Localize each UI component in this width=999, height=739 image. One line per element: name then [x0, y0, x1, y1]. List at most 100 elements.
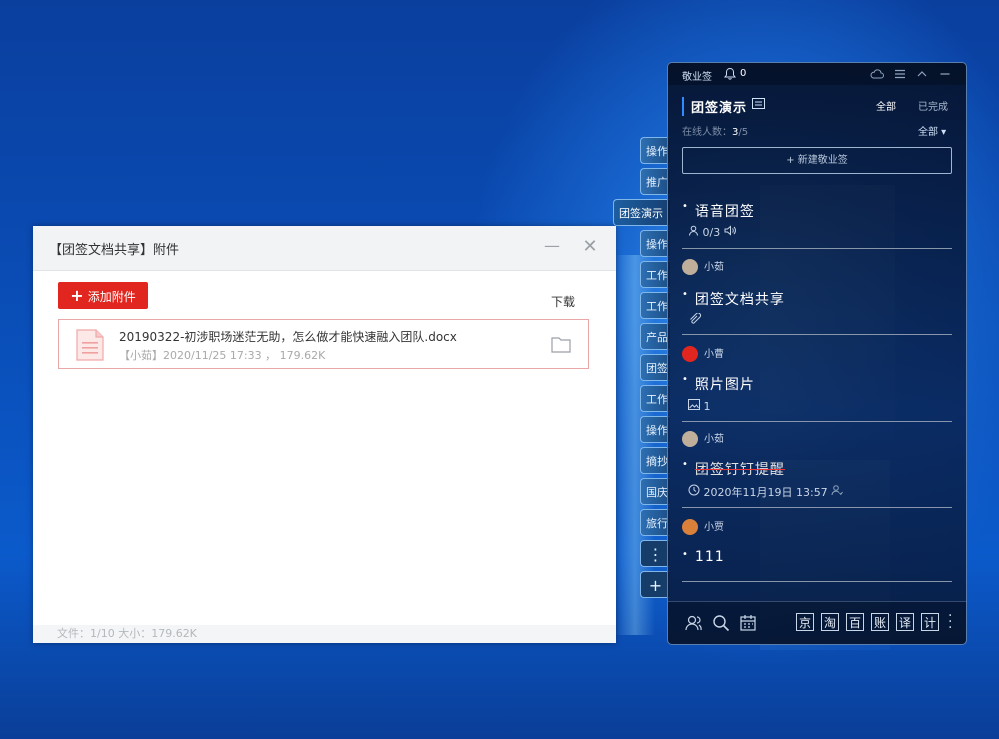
side-tab[interactable]: 工作 — [640, 292, 670, 319]
shortcut-account[interactable]: 账 — [871, 613, 889, 631]
shortcut-translate[interactable]: 译 — [896, 613, 914, 631]
new-note-button[interactable]: + 新建敬业签 — [682, 147, 952, 174]
panel-titlebar: 敬业签 0 — [668, 63, 966, 85]
divider — [682, 581, 952, 582]
open-folder-icon[interactable] — [551, 336, 571, 353]
author-name: 小茹 — [704, 434, 724, 445]
add-attachment-button[interactable]: + 添加附件 — [58, 282, 148, 309]
attachment-dialog: 【团签文档共享】附件 — ✕ + 添加附件 下载 20190322-初涉职场迷茫无… — [33, 226, 616, 643]
online-count: 在线人数：3/5 — [682, 123, 748, 138]
dialog-footer: 文件：1/10 大小：179.62K — [33, 625, 616, 643]
close-button[interactable]: ✕ — [581, 238, 599, 256]
note-title: • 团签文档共享 — [682, 289, 785, 308]
image-icon — [688, 399, 700, 410]
dialog-header: 【团签文档共享】附件 — ✕ — [33, 226, 616, 271]
shortcut-baidu[interactable]: 百 — [846, 613, 864, 631]
clock-icon — [688, 484, 700, 496]
side-tab[interactable]: 国庆 — [640, 478, 670, 505]
side-tab[interactable]: 旅行 — [640, 509, 670, 536]
group-title[interactable]: 团签演示 — [682, 97, 747, 116]
side-tab[interactable]: 团签 — [640, 354, 670, 381]
note-title-text: 团签钉钉提醒 — [694, 462, 785, 478]
cloud-sync-icon[interactable] — [870, 67, 884, 81]
note-item[interactable]: • 语音团签 0/3 — [682, 195, 952, 249]
divider — [682, 421, 952, 422]
plus-icon: + — [70, 286, 84, 305]
author-name: 小茹 — [704, 262, 724, 273]
side-tab[interactable]: 摘抄 — [640, 447, 670, 474]
note-author: 小贾 — [682, 519, 724, 537]
member-filter-dropdown[interactable]: 全部 ▾ — [918, 123, 946, 138]
online-total: /5 — [738, 127, 749, 138]
menu-icon[interactable] — [893, 67, 907, 81]
note-title: • 111 — [682, 549, 725, 565]
note-author: 小曹 — [682, 346, 724, 364]
note-sub-text: 0/3 — [702, 226, 721, 239]
note-title-text: 照片图片 — [694, 377, 755, 393]
speaker-icon — [724, 225, 736, 236]
more-icon[interactable]: · · · — [948, 609, 952, 635]
divider — [682, 334, 952, 335]
panel-toolbar: 京 淘 百 账 译 计 · · · — [668, 601, 966, 644]
side-tab[interactable]: 操作 — [640, 416, 670, 443]
contacts-icon[interactable] — [684, 614, 702, 632]
side-tab[interactable]: 操作 — [640, 230, 670, 257]
file-name: 20190322-初涉职场迷茫无助，怎么做才能快速融入团队.docx — [119, 330, 457, 344]
note-title: • 团签钉钉提醒 — [682, 459, 785, 478]
bell-icon[interactable] — [724, 67, 736, 80]
minimize-button[interactable]: — — [544, 238, 560, 254]
filter-all-tab[interactable]: 全部 — [876, 98, 896, 113]
author-name: 小贾 — [704, 522, 724, 533]
online-label: 在线人数： — [682, 127, 732, 138]
note-author: 小茹 — [682, 431, 724, 449]
note-title-text: 111 — [694, 549, 725, 565]
side-tab[interactable]: 工作 — [640, 385, 670, 412]
search-icon[interactable] — [712, 614, 730, 632]
add-attachment-label: 添加附件 — [87, 290, 136, 304]
download-label: 下载 — [551, 295, 576, 309]
calendar-icon[interactable] — [739, 614, 757, 632]
side-tab-add[interactable]: + — [640, 571, 670, 598]
note-sub: 2020年11月19日 13:57 — [688, 484, 844, 500]
divider — [682, 248, 952, 249]
shortcut-jd[interactable]: 京 — [796, 613, 814, 631]
note-sub: 1 — [688, 399, 711, 413]
reminder-person-icon — [831, 485, 844, 496]
collapse-icon[interactable] — [915, 67, 929, 81]
side-tab[interactable]: 操作 — [640, 137, 670, 164]
note-item[interactable]: 小茹 • 团签钉钉提醒 2020年11月19日 13:57 — [682, 429, 952, 505]
note-author: 小茹 — [682, 259, 724, 277]
divider — [682, 507, 952, 508]
shortcut-calculator[interactable]: 计 — [921, 613, 939, 631]
note-sub-text: 1 — [703, 400, 711, 413]
group-info-icon[interactable] — [752, 98, 765, 109]
paperclip-icon — [690, 313, 701, 324]
note-title: • 照片图片 — [682, 374, 755, 393]
note-item[interactable]: 小贾 • 111 — [682, 518, 952, 578]
note-item[interactable]: 小曹 • 照片图片 1 — [682, 344, 952, 420]
file-meta: 【小茹】2020/11/25 17:33 ， 179.62K — [119, 349, 326, 362]
side-tab[interactable]: 产品 — [640, 323, 670, 350]
note-title-text: 团签文档共享 — [694, 292, 785, 308]
shortcut-taobao[interactable]: 淘 — [821, 613, 839, 631]
dialog-title: 【团签文档共享】附件 — [49, 243, 180, 258]
side-tab-more[interactable]: ⋮ — [640, 540, 670, 567]
note-title-text: 语音团签 — [694, 204, 755, 220]
person-icon — [689, 225, 698, 236]
note-title: • 语音团签 — [682, 201, 755, 220]
avatar — [682, 346, 698, 362]
author-name: 小曹 — [704, 349, 724, 360]
attachment-row[interactable]: 20190322-初涉职场迷茫无助，怎么做才能快速融入团队.docx 【小茹】2… — [58, 319, 589, 369]
side-tab[interactable]: 工作 — [640, 261, 670, 288]
side-tab[interactable]: 推广 — [640, 168, 670, 195]
avatar — [682, 519, 698, 535]
note-sub-text: 2020年11月19日 13:57 — [703, 486, 828, 499]
side-tab-active[interactable]: 团签演示 — [613, 199, 670, 226]
note-item[interactable]: 小茹 • 团签文档共享 — [682, 257, 952, 333]
avatar — [682, 431, 698, 447]
filter-done-tab[interactable]: 已完成 — [918, 98, 948, 113]
note-sub: 0/3 — [688, 225, 736, 239]
notes-panel: 敬业签 0 团签演示 全部 已完成 在线人数：3/5 全部 ▾ + 新建敬业签 … — [667, 62, 967, 645]
app-name: 敬业签 — [682, 72, 712, 83]
minimize-icon[interactable] — [938, 67, 952, 81]
